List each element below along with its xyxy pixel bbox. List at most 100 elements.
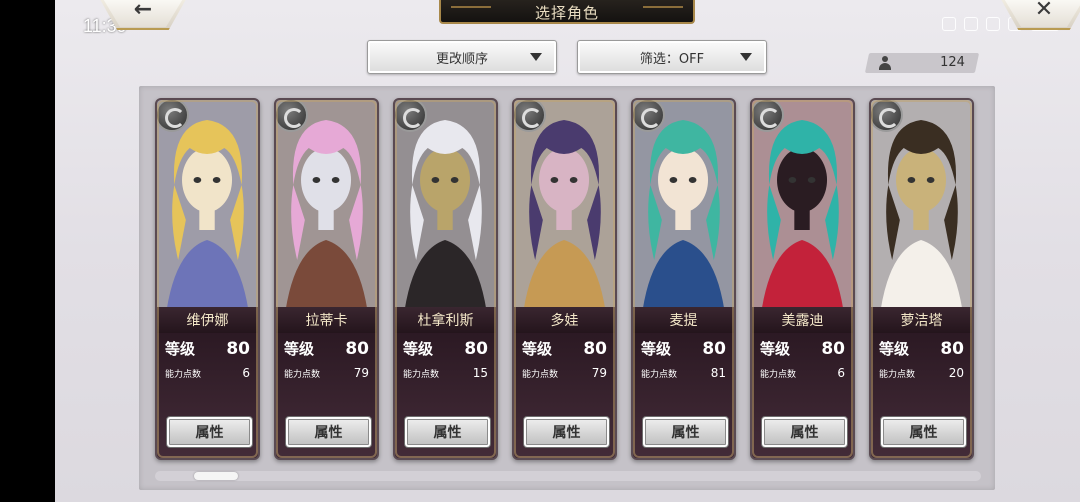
- character-name: 拉蒂卡: [305, 313, 348, 329]
- points-row: 能力点数 20: [879, 366, 964, 380]
- points-row: 能力点数 81: [641, 366, 726, 380]
- attributes-button[interactable]: 属性: [761, 416, 848, 448]
- character-card[interactable]: 拉蒂卡 等级 80 能力点数 79 属性: [274, 98, 379, 460]
- points-label: 能力点数: [760, 369, 797, 380]
- person-icon: [879, 56, 891, 70]
- points-row: 能力点数 6: [760, 366, 845, 380]
- points-label: 能力点数: [403, 369, 440, 380]
- character-list: 维伊娜 等级 80 能力点数 6 属性 拉蒂卡 等级 80 能力点数 79 属性…: [155, 98, 974, 460]
- level-label: 等级: [641, 340, 672, 358]
- level-row: 等级 80: [284, 338, 369, 359]
- character-name: 美露迪: [781, 313, 824, 329]
- character-card[interactable]: 美露迪 等级 80 能力点数 6 属性: [750, 98, 855, 460]
- attributes-button[interactable]: 属性: [166, 416, 253, 448]
- level-value: 80: [345, 338, 369, 359]
- element-type-icon: [157, 100, 189, 132]
- name-bar: 麦提: [633, 307, 734, 333]
- page-title: 选择角色: [534, 4, 599, 22]
- attributes-button-label: 属性: [790, 425, 819, 441]
- bluetooth-icon: [986, 16, 1000, 31]
- level-row: 等级 80: [522, 338, 607, 359]
- level-label: 等级: [760, 340, 791, 358]
- horizontal-scrollbar[interactable]: [155, 471, 981, 481]
- points-value: 20: [948, 366, 964, 380]
- points-row: 能力点数 6: [165, 366, 250, 380]
- attributes-button-label: 属性: [909, 425, 938, 441]
- character-card[interactable]: 麦提 等级 80 能力点数 81 属性: [631, 98, 736, 460]
- points-value: 6: [242, 366, 250, 380]
- character-name: 多娃: [550, 313, 579, 329]
- character-name: 杜拿利斯: [417, 313, 474, 329]
- level-value: 80: [821, 338, 845, 359]
- chevron-down-icon: [740, 53, 752, 61]
- points-label: 能力点数: [522, 369, 559, 380]
- chevron-down-icon: [530, 53, 542, 61]
- level-label: 等级: [284, 340, 315, 358]
- points-label: 能力点数: [284, 369, 321, 380]
- level-value: 80: [226, 338, 250, 359]
- points-row: 能力点数 15: [403, 366, 488, 380]
- attributes-button[interactable]: 属性: [523, 416, 610, 448]
- character-card[interactable]: 萝洁塔 等级 80 能力点数 20 属性: [869, 98, 974, 460]
- scrollbar-thumb[interactable]: [194, 472, 239, 480]
- level-row: 等级 80: [760, 338, 845, 359]
- level-value: 80: [702, 338, 726, 359]
- attributes-button-label: 属性: [314, 425, 343, 441]
- character-name: 维伊娜: [186, 313, 229, 329]
- sort-order-dropdown[interactable]: 更改顺序: [367, 40, 557, 74]
- attributes-button-label: 属性: [195, 425, 224, 441]
- game-screen: 11:39 ← 选择角色 ✕ 更改顺序 筛选：OFF 124 维伊娜 等级 80…: [55, 0, 1080, 502]
- name-bar: 萝洁塔: [871, 307, 972, 333]
- level-row: 等级 80: [879, 338, 964, 359]
- filter-label: 筛选：OFF: [639, 51, 705, 67]
- name-bar: 美露迪: [752, 307, 853, 333]
- element-type-icon: [514, 100, 546, 132]
- attributes-button[interactable]: 属性: [880, 416, 967, 448]
- attributes-button[interactable]: 属性: [642, 416, 729, 448]
- points-row: 能力点数 79: [522, 366, 607, 380]
- element-type-icon: [752, 100, 784, 132]
- character-panel: 维伊娜 等级 80 能力点数 6 属性 拉蒂卡 等级 80 能力点数 79 属性…: [139, 86, 995, 490]
- points-label: 能力点数: [879, 369, 916, 380]
- filter-dropdown[interactable]: 筛选：OFF: [577, 40, 767, 74]
- attributes-button[interactable]: 属性: [404, 416, 491, 448]
- element-type-icon: [276, 100, 308, 132]
- character-card[interactable]: 维伊娜 等级 80 能力点数 6 属性: [155, 98, 260, 460]
- points-value: 79: [353, 366, 369, 380]
- name-bar: 拉蒂卡: [276, 307, 377, 333]
- attributes-button-label: 属性: [433, 425, 462, 441]
- points-value: 79: [591, 366, 607, 380]
- points-label: 能力点数: [165, 369, 202, 380]
- level-label: 等级: [403, 340, 434, 358]
- level-value: 80: [940, 338, 964, 359]
- character-name: 麦提: [669, 313, 698, 329]
- character-name: 萝洁塔: [900, 313, 943, 329]
- element-type-icon: [871, 100, 903, 132]
- character-count: 124: [864, 53, 980, 73]
- points-value: 6: [837, 366, 845, 380]
- element-type-icon: [633, 100, 665, 132]
- level-row: 等级 80: [403, 338, 488, 359]
- level-label: 等级: [522, 340, 553, 358]
- character-card[interactable]: 多娃 等级 80 能力点数 79 属性: [512, 98, 617, 460]
- name-bar: 多娃: [514, 307, 615, 333]
- level-label: 等级: [879, 340, 910, 358]
- points-value: 81: [710, 366, 726, 380]
- name-bar: 维伊娜: [157, 307, 258, 333]
- character-card[interactable]: 杜拿利斯 等级 80 能力点数 15 属性: [393, 98, 498, 460]
- level-row: 等级 80: [165, 338, 250, 359]
- points-value: 15: [472, 366, 488, 380]
- points-row: 能力点数 79: [284, 366, 369, 380]
- attributes-button-label: 属性: [671, 425, 700, 441]
- points-label: 能力点数: [641, 369, 678, 380]
- element-type-icon: [395, 100, 427, 132]
- character-count-value: 124: [940, 55, 966, 70]
- name-bar: 杜拿利斯: [395, 307, 496, 333]
- level-label: 等级: [165, 340, 196, 358]
- title-plate: 选择角色: [439, 0, 695, 24]
- sort-order-label: 更改顺序: [435, 51, 488, 67]
- attributes-button[interactable]: 属性: [285, 416, 372, 448]
- mute-icon: [964, 16, 978, 31]
- level-row: 等级 80: [641, 338, 726, 359]
- attributes-button-label: 属性: [552, 425, 581, 441]
